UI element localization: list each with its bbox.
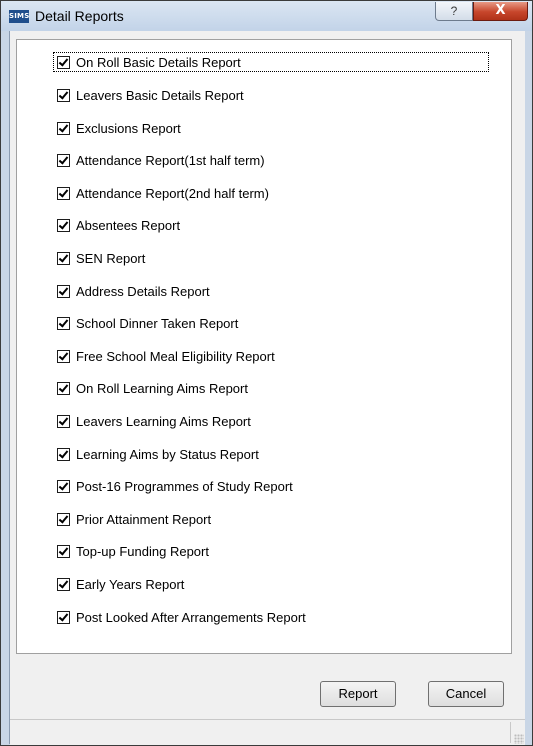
checkbox-checked-icon[interactable] (57, 252, 70, 266)
report-checkbox-row[interactable]: Post Looked After Arrangements Report (53, 606, 310, 628)
report-checkbox-label[interactable]: Post Looked After Arrangements Report (76, 610, 306, 625)
report-checkbox-row[interactable]: Top-up Funding Report (53, 541, 213, 563)
report-button[interactable]: Report (320, 681, 396, 707)
checkbox-checked-icon[interactable] (57, 284, 70, 298)
report-checkbox-row[interactable]: Learning Aims by Status Report (53, 443, 263, 465)
report-checkbox-item[interactable]: Prior Attainment Report (53, 508, 489, 541)
report-checkbox-item[interactable]: On Roll Basic Details Report (53, 52, 489, 85)
checkbox-checked-icon[interactable] (57, 578, 70, 591)
report-checkbox-label[interactable]: On Roll Basic Details Report (76, 55, 241, 70)
cancel-button[interactable]: Cancel (428, 681, 504, 707)
close-button[interactable]: X (473, 2, 528, 21)
report-checkbox-item[interactable]: School Dinner Taken Report (53, 313, 489, 346)
title-bar[interactable]: SIMS Detail Reports ? X (1, 1, 532, 31)
window-title: Detail Reports (35, 8, 124, 24)
report-checkbox-label[interactable]: Early Years Report (76, 577, 184, 592)
report-checkbox-label[interactable]: Top-up Funding Report (76, 544, 209, 559)
checkbox-checked-icon[interactable] (57, 186, 70, 200)
report-checkbox-item[interactable]: Address Details Report (53, 280, 489, 313)
report-checkbox-label[interactable]: Learning Aims by Status Report (76, 447, 259, 462)
checkbox-checked-icon[interactable] (57, 415, 70, 429)
checkbox-checked-icon[interactable] (57, 610, 70, 624)
close-icon: X (495, 3, 506, 18)
report-checkbox-item[interactable]: SEN Report (53, 248, 489, 281)
report-checkbox-row[interactable]: Free School Meal Eligibility Report (53, 345, 279, 367)
report-checkbox-row[interactable]: Leavers Basic Details Report (53, 85, 248, 107)
checkbox-checked-icon[interactable] (57, 55, 70, 69)
report-checkbox-label[interactable]: School Dinner Taken Report (76, 316, 238, 331)
report-checkbox-label[interactable]: Attendance Report(1st half term) (76, 153, 265, 168)
report-checkbox-item[interactable]: Attendance Report(2nd half term) (53, 182, 489, 215)
status-separator (510, 722, 511, 743)
checkbox-checked-icon[interactable] (57, 382, 70, 396)
report-checkbox-row[interactable]: Absentees Report (53, 215, 184, 237)
resize-grip-icon[interactable] (514, 734, 524, 744)
dialog-body: On Roll Basic Details Report Leavers Basi… (9, 31, 525, 745)
report-checkbox-item[interactable]: Learning Aims by Status Report (53, 443, 489, 476)
report-checkbox-row[interactable]: Leavers Learning Aims Report (53, 411, 255, 433)
report-checkbox-label[interactable]: Leavers Learning Aims Report (76, 414, 251, 429)
report-checkbox-row[interactable]: Post-16 Programmes of Study Report (53, 476, 297, 498)
help-button[interactable]: ? (435, 2, 473, 21)
report-checkbox-item[interactable]: Leavers Basic Details Report (53, 85, 489, 118)
report-checkbox-row[interactable]: Attendance Report(2nd half term) (53, 182, 273, 204)
report-checkbox-row[interactable]: On Roll Learning Aims Report (53, 378, 252, 400)
checkbox-checked-icon[interactable] (57, 154, 70, 168)
report-checkbox-row[interactable]: SEN Report (53, 248, 149, 270)
checkbox-checked-icon[interactable] (57, 317, 70, 331)
report-checkbox-row[interactable]: Attendance Report(1st half term) (53, 150, 269, 172)
report-checkbox-item[interactable]: Free School Meal Eligibility Report (53, 345, 489, 378)
checkbox-checked-icon[interactable] (57, 121, 70, 135)
help-icon: ? (450, 4, 458, 18)
report-checkbox-item[interactable]: Absentees Report (53, 215, 489, 248)
report-checkbox-label[interactable]: Leavers Basic Details Report (76, 88, 244, 103)
report-checkbox-label[interactable]: Post-16 Programmes of Study Report (76, 479, 293, 494)
report-checkbox-label[interactable]: Attendance Report(2nd half term) (76, 186, 269, 201)
detail-reports-dialog: SIMS Detail Reports ? X On Roll Basic De… (0, 0, 533, 746)
report-checkbox-item[interactable]: Post Looked After Arrangements Report (53, 606, 489, 639)
report-checkbox-label[interactable]: Exclusions Report (76, 121, 181, 136)
checkbox-checked-icon[interactable] (57, 349, 70, 363)
report-checkbox-label[interactable]: On Roll Learning Aims Report (76, 381, 248, 396)
checkbox-checked-icon[interactable] (57, 512, 70, 526)
report-checkbox-label[interactable]: Prior Attainment Report (76, 512, 211, 527)
checkbox-checked-icon[interactable] (57, 545, 70, 559)
report-checkbox-label[interactable]: Address Details Report (76, 284, 210, 299)
sims-app-icon: SIMS (9, 10, 29, 23)
report-checkbox-item[interactable]: Early Years Report (53, 574, 489, 607)
report-checkbox-row[interactable]: Address Details Report (53, 280, 214, 302)
report-checkbox-item[interactable]: Top-up Funding Report (53, 541, 489, 574)
report-checkbox-item[interactable]: On Roll Learning Aims Report (53, 378, 489, 411)
checkbox-checked-icon[interactable] (57, 89, 70, 103)
checkbox-checked-icon[interactable] (57, 480, 70, 494)
checkbox-checked-icon[interactable] (57, 447, 70, 461)
report-checkbox-item[interactable]: Leavers Learning Aims Report (53, 411, 489, 444)
checkbox-checked-icon[interactable] (57, 219, 70, 233)
status-bar (10, 719, 525, 745)
report-list-panel: On Roll Basic Details Report Leavers Basi… (16, 39, 512, 654)
report-checkbox-row[interactable]: School Dinner Taken Report (53, 313, 242, 335)
report-checkbox-row[interactable]: Early Years Report (53, 574, 188, 596)
report-checkbox-item[interactable]: Exclusions Report (53, 117, 489, 150)
report-checkbox-label[interactable]: Absentees Report (76, 218, 180, 233)
report-checkbox-label[interactable]: SEN Report (76, 251, 145, 266)
report-checkbox-list: On Roll Basic Details Report Leavers Basi… (53, 52, 489, 639)
report-checkbox-item[interactable]: Attendance Report(1st half term) (53, 150, 489, 183)
report-checkbox-row[interactable]: Exclusions Report (53, 117, 185, 139)
report-checkbox-label[interactable]: Free School Meal Eligibility Report (76, 349, 275, 364)
report-checkbox-row[interactable]: On Roll Basic Details Report (53, 52, 489, 72)
report-checkbox-item[interactable]: Post-16 Programmes of Study Report (53, 476, 489, 509)
report-checkbox-row[interactable]: Prior Attainment Report (53, 508, 215, 530)
